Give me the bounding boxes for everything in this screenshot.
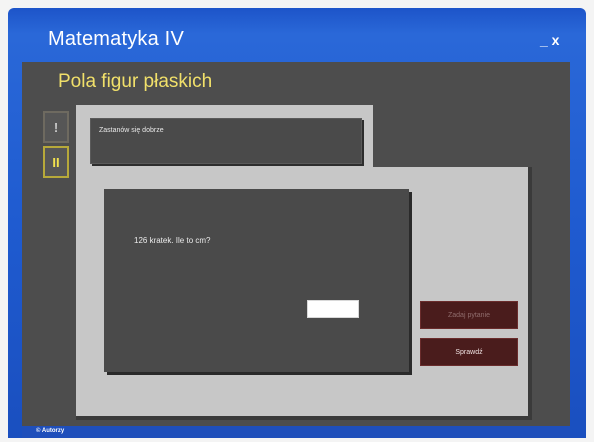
answer-input[interactable] bbox=[307, 300, 359, 318]
sidebar-button-pause[interactable]: II bbox=[43, 146, 69, 178]
question-text: 126 kratek. Ile to cm? bbox=[134, 236, 211, 245]
sidebar-button-alert[interactable]: ! bbox=[43, 111, 69, 143]
check-button[interactable]: Sprawdź bbox=[420, 338, 518, 366]
task-instruction: Zastanów się dobrze bbox=[99, 127, 164, 134]
question-box: 126 kratek. Ile to cm? bbox=[104, 189, 409, 372]
status-bar bbox=[22, 426, 570, 438]
ask-question-button[interactable]: Zadaj pytanie bbox=[420, 301, 518, 329]
app-title: Matematyka IV bbox=[48, 28, 184, 50]
content-notch bbox=[373, 105, 532, 167]
window-controls[interactable]: _ x bbox=[540, 32, 559, 48]
task-bar: Zastanów się dobrze bbox=[90, 118, 362, 164]
status-label: © Autorzy bbox=[36, 428, 65, 434]
section-title: Pola figur płaskich bbox=[58, 71, 213, 92]
